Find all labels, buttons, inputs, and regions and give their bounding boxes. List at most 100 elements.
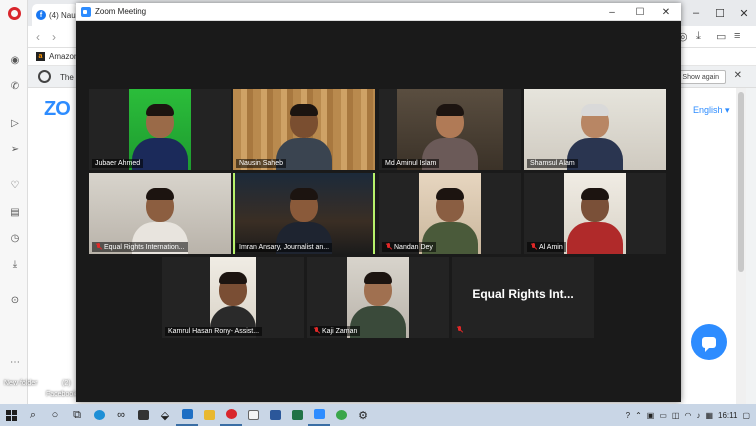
- download-toolbar-icon[interactable]: ⤓: [696, 30, 701, 43]
- participant-name: Kamrul Hasan Rony- Assist...: [165, 327, 263, 336]
- notice-text: The: [60, 73, 74, 82]
- desktop-icon-facebook[interactable]: Facebook: [46, 391, 77, 398]
- participant-video: [564, 173, 626, 254]
- notification-icon[interactable]: ▢: [742, 411, 750, 420]
- opera-notice-icon: [38, 70, 51, 83]
- participant-video: [233, 89, 375, 170]
- desktop-icon-count[interactable]: (2): [62, 380, 71, 387]
- participant-name: Md Aminul Islam: [382, 159, 440, 168]
- participant-tile[interactable]: Jubaer Ahmed: [89, 89, 231, 170]
- app-green-icon[interactable]: [330, 404, 352, 426]
- participant-video: [235, 173, 373, 254]
- chevron-up-icon[interactable]: ⌃: [635, 411, 642, 420]
- zoom-maximize-button[interactable]: ☐: [628, 4, 652, 20]
- forward-icon[interactable]: ›: [52, 30, 56, 44]
- task-view-icon[interactable]: ⧉: [66, 404, 88, 426]
- participant-tile[interactable]: Shamsul Alam: [524, 89, 666, 170]
- keyboard-icon[interactable]: ▦: [705, 411, 713, 420]
- show-again-button[interactable]: Show again: [675, 70, 726, 84]
- battery-icon[interactable]: ▭: [716, 30, 726, 43]
- windows-icon: [5, 409, 17, 421]
- gallery-view: Jubaer Ahmed Nausin Saheb Md Aminul Isla…: [76, 21, 681, 402]
- language-selector[interactable]: English ▾: [693, 105, 730, 116]
- download-icon[interactable]: ⤓: [8, 257, 22, 271]
- participant-display-name: Equal Rights Int...: [472, 287, 574, 301]
- help-icon[interactable]: ?: [626, 411, 630, 420]
- desktop-icon-new-folder[interactable]: New folder: [4, 380, 37, 387]
- participant-tile[interactable]: Kamrul Hasan Rony- Assist...: [162, 257, 304, 338]
- amazon-icon: a: [36, 52, 45, 61]
- clock[interactable]: 16:11: [718, 411, 737, 420]
- mic-muted-icon: [313, 327, 320, 335]
- participant-name: Shamsul Alam: [527, 159, 578, 168]
- participant-tile[interactable]: Kaji Zaman: [307, 257, 449, 338]
- participant-name: Imran Ansary, Journalist an...: [236, 243, 333, 252]
- opera-taskbar-icon[interactable]: [220, 404, 242, 426]
- player-icon[interactable]: ▷: [8, 116, 22, 130]
- back-icon[interactable]: ‹: [36, 30, 40, 44]
- gear-icon[interactable]: ⚙: [352, 404, 374, 426]
- participant-tile-video-off[interactable]: Equal Rights Int...: [452, 257, 594, 338]
- page-scrollbar[interactable]: [736, 88, 746, 404]
- document-icon[interactable]: [242, 404, 264, 426]
- mic-muted-icon: [530, 243, 537, 251]
- tray-app-icon[interactable]: ▣: [647, 411, 655, 420]
- participant-tile[interactable]: Nausin Saheb: [233, 89, 375, 170]
- messenger-icon[interactable]: ◉: [8, 53, 22, 67]
- minimize-button[interactable]: –: [684, 0, 708, 26]
- windows-start-button[interactable]: [0, 404, 22, 426]
- history-icon[interactable]: ◷: [8, 231, 22, 245]
- facebook-icon: f: [36, 10, 46, 20]
- participant-tile[interactable]: Nandan Dey: [379, 173, 521, 254]
- settings-icon[interactable]: ≡: [734, 30, 740, 42]
- zoom-app-icon: [81, 7, 91, 17]
- maximize-button[interactable]: ☐: [708, 0, 732, 26]
- word-icon[interactable]: [264, 404, 286, 426]
- participant-name: Nausin Saheb: [236, 159, 286, 168]
- participant-tile[interactable]: Al Amin: [524, 173, 666, 254]
- store-icon[interactable]: [132, 404, 154, 426]
- zoom-minimize-button[interactable]: –: [600, 4, 624, 20]
- wifi-icon[interactable]: ◠: [684, 411, 691, 420]
- location-icon[interactable]: ⊙: [8, 293, 22, 307]
- participant-tile-active-speaker[interactable]: Imran Ansary, Journalist an...: [233, 173, 375, 254]
- participant-name: Equal Rights Internation...: [92, 242, 188, 252]
- chat-button[interactable]: [691, 324, 727, 360]
- scrollbar-thumb[interactable]: [738, 92, 744, 272]
- cortana-icon[interactable]: ○: [44, 404, 66, 426]
- browser-window-controls: – ☐ ✕: [684, 0, 756, 26]
- search-icon[interactable]: ⌕: [22, 404, 44, 426]
- system-tray: ? ⌃ ▣ ▭ ◫ ◠ ♪ ▦ 16:11 ▢: [626, 404, 756, 426]
- more-icon[interactable]: ⋯: [8, 355, 22, 369]
- tab-title: (4) Nausin: [49, 10, 78, 20]
- mic-muted-icon: [456, 326, 463, 334]
- link-icon[interactable]: ∞: [110, 404, 132, 426]
- news-icon[interactable]: ▤: [8, 205, 22, 219]
- participant-tile[interactable]: Equal Rights Internation...: [89, 173, 231, 254]
- volume-icon[interactable]: ♪: [696, 411, 700, 420]
- whatsapp-icon[interactable]: ✆: [8, 79, 22, 93]
- bookmark-amazon[interactable]: Amazon: [49, 52, 78, 61]
- edge-icon[interactable]: [88, 404, 110, 426]
- close-button[interactable]: ✕: [732, 0, 756, 26]
- language-label: English: [693, 105, 723, 115]
- zoom-taskbar-icon[interactable]: [308, 404, 330, 426]
- heart-icon[interactable]: ♡: [8, 178, 22, 192]
- network-icon[interactable]: ◫: [672, 411, 680, 420]
- send-icon[interactable]: ➢: [8, 142, 22, 156]
- excel-icon[interactable]: [286, 404, 308, 426]
- opera-logo-icon[interactable]: [8, 7, 21, 20]
- zoom-title-bar[interactable]: Zoom Meeting – ☐ ✕: [76, 3, 681, 21]
- file-explorer-icon[interactable]: [198, 404, 220, 426]
- tab-facebook[interactable]: f (4) Nausin: [32, 4, 78, 26]
- zoom-logo[interactable]: ZO: [44, 98, 71, 121]
- mic-muted-icon: [95, 243, 102, 251]
- participant-video: [210, 257, 256, 338]
- zoom-close-button[interactable]: ✕: [654, 4, 678, 20]
- participant-tile[interactable]: Md Aminul Islam: [379, 89, 521, 170]
- zoom-meeting-window: Zoom Meeting – ☐ ✕ Jubaer Ahmed Nausin S…: [76, 3, 681, 402]
- mail-icon[interactable]: [176, 404, 198, 426]
- dropbox-icon[interactable]: ⬙: [154, 404, 176, 426]
- battery-tray-icon[interactable]: ▭: [659, 411, 667, 420]
- notice-close-icon[interactable]: ✕: [734, 70, 742, 81]
